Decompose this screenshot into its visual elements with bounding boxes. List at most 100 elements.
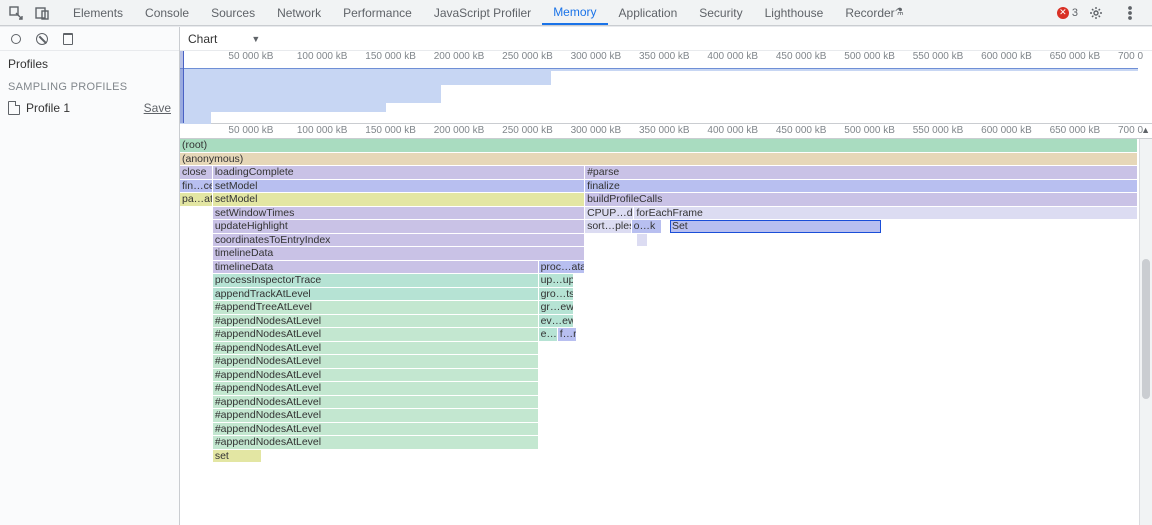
ruler-tick: 150 000 kB — [365, 51, 416, 62]
ruler-tick: 200 000 kB — [434, 51, 485, 62]
flame-bar[interactable]: #appendNodesAtLevel — [213, 382, 539, 395]
flame-bar[interactable]: setModel — [213, 180, 585, 193]
tab-javascript-profiler[interactable]: JavaScript Profiler — [423, 0, 542, 25]
devtools-tabs: ElementsConsoleSourcesNetworkPerformance… — [62, 0, 915, 25]
tab-lighthouse[interactable]: Lighthouse — [754, 0, 835, 25]
flame-row: #appendNodesAtLevel — [180, 409, 1152, 423]
tab-sources[interactable]: Sources — [200, 0, 266, 25]
clear-button[interactable] — [34, 31, 50, 47]
more-icon[interactable] — [1120, 3, 1140, 23]
ruler-tick: 450 000 kB — [776, 125, 827, 136]
delete-button[interactable] — [60, 31, 76, 47]
flame-row: timelineData — [180, 247, 1152, 261]
tab-memory[interactable]: Memory — [542, 0, 607, 25]
flame-bar[interactable]: #appendNodesAtLevel — [213, 355, 539, 368]
inspect-icon[interactable] — [6, 3, 26, 23]
overview-segment — [385, 68, 440, 103]
flame-bar[interactable]: #appendNodesAtLevel — [213, 342, 539, 355]
flame-bar[interactable]: (root) — [180, 139, 1138, 152]
tab-application[interactable]: Application — [608, 0, 689, 25]
record-button[interactable] — [8, 31, 24, 47]
flame-bar[interactable]: o…k — [632, 220, 662, 233]
flame-row: #appendNodesAtLevel — [180, 369, 1152, 383]
flame-bar[interactable]: #appendNodesAtLevel — [213, 369, 539, 382]
tab-elements[interactable]: Elements — [62, 0, 134, 25]
flame-bar[interactable]: processInspectorTrace — [213, 274, 539, 287]
settings-icon[interactable] — [1086, 3, 1106, 23]
flame-row: fin…cesetModelfinalize — [180, 180, 1152, 194]
ruler-tick: 300 000 kB — [571, 51, 622, 62]
flame-bar[interactable]: #appendNodesAtLevel — [213, 436, 539, 449]
error-count[interactable]: ✕ 3 — [1057, 7, 1078, 19]
flame-bar[interactable]: updateHighlight — [213, 220, 585, 233]
overview-ruler: 50 000 kB100 000 kB150 000 kB200 000 kB2… — [180, 51, 1152, 65]
flame-bar[interactable]: proc…ata — [539, 261, 586, 274]
ruler-tick: 50 000 kB — [228, 51, 273, 62]
profile-item[interactable]: Profile 1 Save — [0, 97, 179, 119]
flame-row: #appendTreeAtLevelgr…ew — [180, 301, 1152, 315]
flame-scrollbar[interactable] — [1139, 139, 1152, 525]
flame-bar[interactable]: #appendNodesAtLevel — [213, 396, 539, 409]
flame-bar[interactable]: ev…ew — [539, 315, 575, 328]
flame-bar[interactable]: CPUP…del — [585, 207, 634, 220]
flame-bar[interactable]: close — [180, 166, 213, 179]
ruler-tick: 100 000 kB — [297, 125, 348, 136]
flame-chart[interactable]: (root)(anonymous)closeloadingComplete#pa… — [180, 139, 1152, 525]
tab-security[interactable]: Security — [688, 0, 753, 25]
flame-bar[interactable]: fin…ce — [180, 180, 213, 193]
flame-bar[interactable]: forEachFrame — [634, 207, 1138, 220]
flame-bar[interactable]: up…up — [539, 274, 575, 287]
flame-bar[interactable]: pa…at — [180, 193, 213, 206]
flame-bar[interactable]: loadingComplete — [213, 166, 585, 179]
flame-bar[interactable]: set — [213, 450, 262, 463]
flame-bar[interactable]: #appendNodesAtLevel — [213, 423, 539, 436]
flame-row: closeloadingComplete#parse — [180, 166, 1152, 180]
flame-bar[interactable]: buildProfileCalls — [585, 193, 1138, 206]
flame-bar[interactable]: timelineData — [213, 247, 585, 260]
flame-bar[interactable]: #appendNodesAtLevel — [213, 315, 539, 328]
flame-bar[interactable]: e… — [539, 328, 558, 341]
sidebar-toolbar — [0, 27, 179, 51]
flame-bar[interactable]: coordinatesToEntryIndex — [213, 234, 585, 247]
overview-segment — [550, 68, 1138, 71]
ruler-tick: 450 000 kB — [776, 51, 827, 62]
ruler-tick: 250 000 kB — [502, 125, 553, 136]
tab-recorder[interactable]: Recorder ⚗ — [834, 0, 914, 25]
ruler-tick: 350 000 kB — [639, 125, 690, 136]
profile-save-link[interactable]: Save — [144, 101, 171, 115]
ruler-tick: 500 000 kB — [844, 125, 895, 136]
overview-area — [180, 68, 1152, 123]
flame-bar[interactable]: #parse — [585, 166, 1138, 179]
device-toolbar-icon[interactable] — [32, 3, 52, 23]
tab-network[interactable]: Network — [266, 0, 332, 25]
overview-chart[interactable]: 50 000 kB100 000 kB150 000 kB200 000 kB2… — [180, 51, 1152, 124]
flame-bar[interactable]: (anonymous) — [180, 153, 1138, 166]
ruler-tick: 650 000 kB — [1050, 125, 1101, 136]
flame-bar[interactable]: finalize — [585, 180, 1138, 193]
ruler-tick: 650 000 kB — [1050, 51, 1101, 62]
ruler-tick: 400 000 kB — [707, 125, 758, 136]
chevron-down-icon[interactable]: ▼ — [251, 34, 260, 44]
flame-bar[interactable]: setWindowTimes — [213, 207, 585, 220]
flame-bar[interactable]: appendTrackAtLevel — [213, 288, 539, 301]
flame-bar[interactable]: #appendTreeAtLevel — [213, 301, 539, 314]
ruler-tick: 550 000 kB — [913, 125, 964, 136]
tab-performance[interactable]: Performance — [332, 0, 423, 25]
flame-bar[interactable]: #appendNodesAtLevel — [213, 328, 539, 341]
flame-row: #appendNodesAtLevelev…ew — [180, 315, 1152, 329]
overview-handle-left[interactable] — [180, 51, 184, 123]
flame-bar[interactable]: gro…ts — [539, 288, 575, 301]
view-mode-select[interactable]: Chart — [188, 32, 217, 46]
flame-bar[interactable]: #appendNodesAtLevel — [213, 409, 539, 422]
flame-bar[interactable]: timelineData — [213, 261, 539, 274]
tab-console[interactable]: Console — [134, 0, 200, 25]
flame-bar[interactable]: Set — [670, 220, 881, 233]
ruler-tick: 500 000 kB — [844, 51, 895, 62]
flame-bar[interactable]: setModel — [213, 193, 585, 206]
memory-panel: Profiles SAMPLING PROFILES Profile 1 Sav… — [0, 26, 1152, 525]
flame-bar[interactable]: f…r — [558, 328, 577, 341]
flame-bar[interactable] — [637, 234, 648, 247]
flame-scroll-thumb[interactable] — [1142, 259, 1150, 399]
flame-bar[interactable]: sort…ples — [585, 220, 632, 233]
flame-bar[interactable]: gr…ew — [539, 301, 575, 314]
